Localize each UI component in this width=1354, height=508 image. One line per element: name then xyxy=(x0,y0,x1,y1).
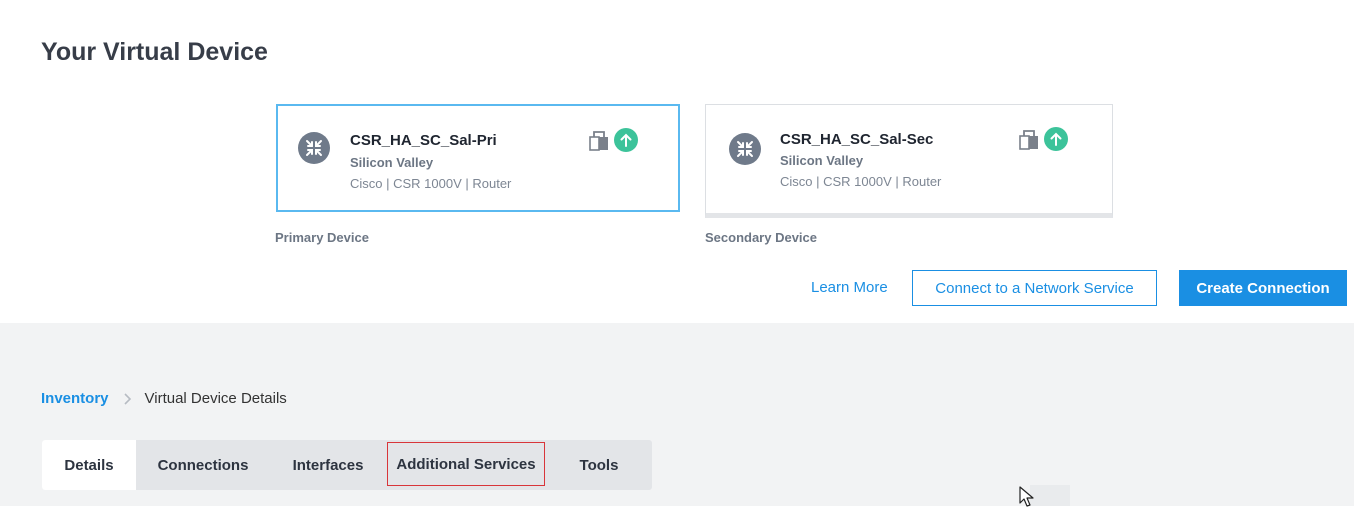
lock-icon xyxy=(589,131,608,151)
tab-interfaces[interactable]: Interfaces xyxy=(270,440,386,490)
breadcrumb-inventory-link[interactable]: Inventory xyxy=(41,390,109,407)
tab-bar: Details Connections Interfaces Additiona… xyxy=(42,440,652,490)
device-status xyxy=(1019,127,1069,151)
device-meta: Cisco | CSR 1000V | Router xyxy=(350,176,512,191)
tab-tools[interactable]: Tools xyxy=(546,440,652,490)
mouse-pointer-icon xyxy=(1019,486,1034,507)
tab-connections[interactable]: Connections xyxy=(136,440,270,490)
create-connection-button[interactable]: Create Connection xyxy=(1179,270,1347,306)
tab-details[interactable]: Details xyxy=(42,440,136,490)
lock-icon xyxy=(1019,130,1038,150)
connect-network-service-button[interactable]: Connect to a Network Service xyxy=(912,270,1157,306)
arrow-up-icon xyxy=(614,128,638,152)
device-meta: Cisco | CSR 1000V | Router xyxy=(780,174,942,189)
learn-more-link[interactable]: Learn More xyxy=(811,279,888,296)
router-icon xyxy=(298,132,330,164)
chevron-right-icon xyxy=(123,392,131,405)
tab-additional-services[interactable]: Additional Services xyxy=(386,441,546,487)
primary-device-card[interactable]: CSR_HA_SC_Sal-Pri Silicon Valley Cisco |… xyxy=(276,104,680,212)
device-location: Silicon Valley xyxy=(350,155,434,170)
device-name: CSR_HA_SC_Sal-Pri xyxy=(350,132,497,149)
router-icon xyxy=(729,133,761,165)
device-name: CSR_HA_SC_Sal-Sec xyxy=(780,131,934,148)
secondary-device-card[interactable]: CSR_HA_SC_Sal-Sec Silicon Valley Cisco |… xyxy=(705,104,1113,218)
secondary-device-label: Secondary Device xyxy=(705,230,818,245)
primary-device-label: Primary Device xyxy=(275,230,369,245)
arrow-up-icon xyxy=(1044,127,1068,151)
device-status xyxy=(589,128,639,152)
device-location: Silicon Valley xyxy=(780,153,864,168)
breadcrumb: Inventory Virtual Device Details xyxy=(41,390,287,407)
breadcrumb-current: Virtual Device Details xyxy=(144,390,287,407)
page-title: Your Virtual Device xyxy=(41,38,268,66)
